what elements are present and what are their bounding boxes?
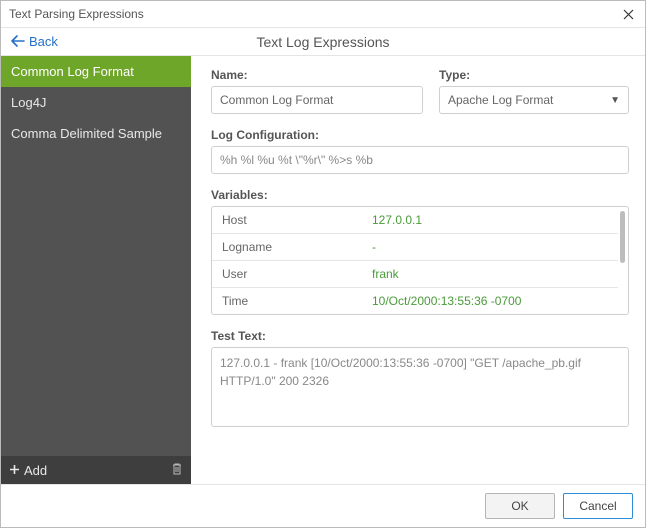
sidebar-item-comma-delimited[interactable]: Comma Delimited Sample (1, 118, 191, 149)
add-button[interactable]: Add (9, 463, 47, 478)
sidebar-item-label: Comma Delimited Sample (11, 126, 162, 141)
variable-value: - (372, 240, 608, 254)
variables-label: Variables: (211, 188, 629, 202)
subheader: Back Text Log Expressions (1, 28, 645, 56)
body: Common Log Format Log4J Comma Delimited … (1, 56, 645, 484)
type-select[interactable]: Apache Log Format ▼ (439, 86, 629, 114)
titlebar: Text Parsing Expressions (1, 1, 645, 28)
testtext-label: Test Text: (211, 329, 629, 343)
sidebar-item-label: Log4J (11, 95, 46, 110)
main-panel: Name: Type: Apache Log Format ▼ Log Conf… (191, 56, 645, 484)
logconfig-value[interactable]: %h %l %u %t \"%r\" %>s %b (211, 146, 629, 174)
variable-row: Host 127.0.0.1 (212, 207, 618, 234)
name-label: Name: (211, 68, 423, 82)
back-button[interactable]: Back (11, 34, 58, 49)
sidebar-footer: Add (1, 456, 191, 484)
cancel-button[interactable]: Cancel (563, 493, 633, 519)
sidebar-item-common-log-format[interactable]: Common Log Format (1, 56, 191, 87)
variable-row: Time 10/Oct/2000:13:55:36 -0700 (212, 288, 618, 314)
chevron-down-icon: ▼ (610, 95, 620, 106)
variable-value: 127.0.0.1 (372, 213, 608, 227)
add-label: Add (24, 463, 47, 478)
testtext-input[interactable] (211, 347, 629, 427)
name-input[interactable] (211, 86, 423, 114)
ok-button[interactable]: OK (485, 493, 555, 519)
variable-value: 10/Oct/2000:13:55:36 -0700 (372, 294, 608, 308)
sidebar-item-label: Common Log Format (11, 64, 134, 79)
window-title: Text Parsing Expressions (9, 7, 144, 21)
variable-name: Host (222, 213, 372, 227)
type-value: Apache Log Format (448, 93, 553, 107)
variable-name: User (222, 267, 372, 281)
variable-name: Logname (222, 240, 372, 254)
page-title: Text Log Expressions (1, 34, 645, 50)
variables-table: Host 127.0.0.1 Logname - User frank Time… (211, 206, 629, 315)
scrollbar-thumb[interactable] (620, 211, 625, 263)
variable-name: Time (222, 294, 372, 308)
back-arrow-icon (11, 35, 25, 49)
variable-value: frank (372, 267, 608, 281)
trash-icon[interactable] (171, 462, 183, 478)
plus-icon (9, 463, 20, 478)
sidebar-list: Common Log Format Log4J Comma Delimited … (1, 56, 191, 456)
logconfig-label: Log Configuration: (211, 128, 629, 142)
back-label: Back (29, 34, 58, 49)
close-icon[interactable] (621, 7, 635, 21)
type-label: Type: (439, 68, 629, 82)
sidebar: Common Log Format Log4J Comma Delimited … (1, 56, 191, 484)
footer: OK Cancel (1, 484, 645, 527)
sidebar-item-log4j[interactable]: Log4J (1, 87, 191, 118)
variable-row: User frank (212, 261, 618, 288)
variable-row: Logname - (212, 234, 618, 261)
